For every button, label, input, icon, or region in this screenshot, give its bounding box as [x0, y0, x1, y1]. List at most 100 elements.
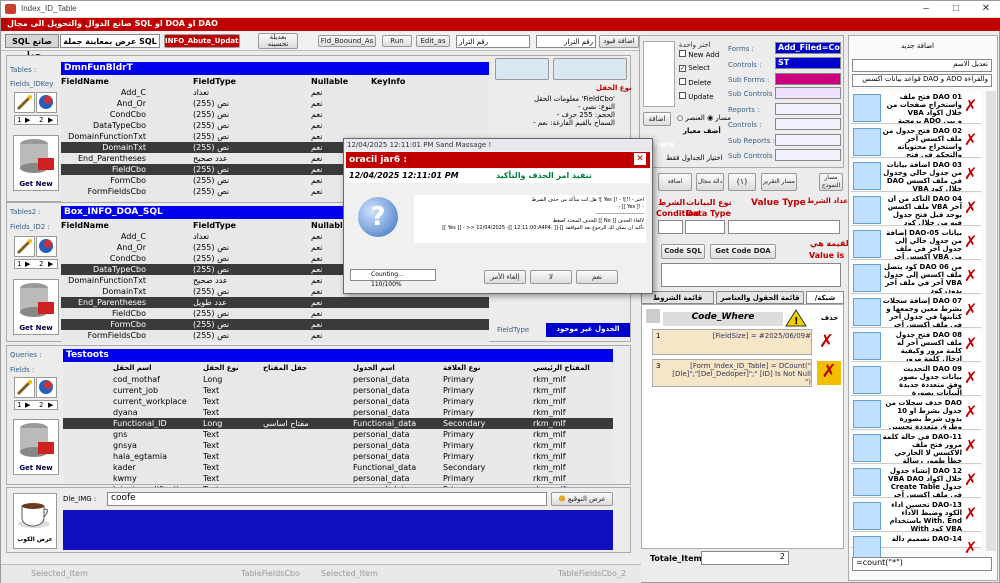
- edit-as-button[interactable]: Edit_as: [416, 35, 450, 47]
- get-code-doa-button[interactable]: Get Code DOA: [710, 244, 776, 259]
- delete-item-icon[interactable]: ✗: [964, 300, 977, 319]
- link-sql-button[interactable]: [553, 58, 627, 80]
- reports-select[interactable]: [775, 103, 841, 115]
- table-row[interactable]: Add_C تعداد نعم: [61, 87, 489, 98]
- add-improve-button[interactable]: بعديلة تحسينه: [258, 33, 298, 49]
- pager-3[interactable]: 1 ▶ 2 ▶: [14, 400, 58, 410]
- table-row[interactable]: Functional_ID Long مفتاح اساسي Functional_d…: [63, 418, 613, 429]
- rule-input[interactable]: قواعد بيانات اكسس DAO و ADO والقراءة: [852, 74, 992, 87]
- table-row[interactable]: dyana Text personal_data Primary rkm_mlf: [63, 407, 613, 418]
- delete-item-icon[interactable]: ✗: [964, 232, 977, 251]
- subforms-select[interactable]: [775, 73, 841, 85]
- delete-row-1-icon[interactable]: ✗: [819, 331, 834, 352]
- list-item[interactable]: تحسين اداء DAO-13 الكود وضبط الأداء باست…: [851, 500, 981, 532]
- delete-item-icon[interactable]: ✗: [964, 96, 977, 115]
- add-option-button[interactable]: اضافة: [643, 112, 671, 126]
- dialog-cancel-button[interactable]: إلغاء الأمر: [484, 270, 526, 284]
- subcontrols-select[interactable]: [775, 87, 841, 99]
- delete-item-icon[interactable]: ✗: [964, 538, 977, 557]
- get-new-button-3[interactable]: Get New: [13, 419, 59, 475]
- field-bound-button[interactable]: Fld_Boound_As: [318, 35, 376, 47]
- globe-icon[interactable]: [36, 92, 57, 113]
- list-item[interactable]: تصميم دالة DAO-14 ✗: [851, 534, 981, 564]
- list-item[interactable]: فتح ملف DAO 01 واستخراج صفحات من VBA خلا…: [851, 92, 981, 124]
- table-row[interactable]: gnsya Text personal_data Primary rkm_mlf: [63, 440, 613, 451]
- table-row[interactable]: current_job Text personal_data Primary rkm_m…: [63, 385, 613, 396]
- table-row[interactable]: And_Or نص (255) نعم: [61, 98, 489, 109]
- rename-input[interactable]: تعديل الاسم: [852, 59, 992, 72]
- value-type-select[interactable]: [728, 220, 840, 234]
- signature-canvas[interactable]: [63, 510, 613, 550]
- delete-item-icon[interactable]: ✗: [964, 334, 977, 353]
- where-row-1[interactable]: 1 [FieldSize] = #2025/06/09#: [652, 329, 812, 355]
- delete-item-icon[interactable]: ✗: [964, 130, 977, 149]
- table-row[interactable]: cod_mothaf Long personal_data Primary rkm_ml…: [63, 374, 613, 385]
- dialog-yes-button[interactable]: نعم: [576, 270, 618, 284]
- list-item[interactable]: التحديث DAO 09 بيانات جدول بصور وفق متعد…: [851, 364, 981, 396]
- close-icon[interactable]: ✕: [971, 1, 1000, 18]
- list-item[interactable]: إضافة سجلات DAO 07 بشرط معين وجمعها و كت…: [851, 296, 981, 328]
- option-list-b[interactable]: اختر واحدة New Add ✓ Select Delete Updat…: [679, 41, 721, 107]
- form-path-button[interactable]: مسار النموذج: [819, 173, 843, 191]
- table-row[interactable]: DataTypeCbo نص (255) نعم: [61, 120, 489, 131]
- controls-select[interactable]: ST: [775, 57, 841, 69]
- delete-item-icon[interactable]: ✗: [964, 266, 977, 285]
- list-item[interactable]: حذف سجلات من DAO 10 جدول بشرط او بدون شر…: [851, 398, 981, 430]
- table-row[interactable]: gns Text personal_data Primary rkm_mlf: [63, 429, 613, 440]
- info-abute-update-button[interactable]: INFO_Abute_Update: [164, 34, 240, 48]
- dialog-close-icon[interactable]: ✕: [634, 153, 646, 165]
- list-item[interactable]: فتح جدول من DAO 02 ملف اكسس آخر واستخراج…: [851, 126, 981, 158]
- delete-option[interactable]: Delete: [679, 78, 721, 92]
- add-records-button[interactable]: اضافة قيود: [599, 35, 639, 48]
- paren-button[interactable]: (١): [728, 173, 756, 191]
- list-item[interactable]: إضافة DAO-05 بيانات من جدول حالي إلى جدو…: [851, 228, 981, 260]
- value-input[interactable]: [661, 263, 841, 287]
- delete-item-icon[interactable]: ✗: [964, 436, 977, 455]
- report-controls-select[interactable]: [775, 118, 841, 130]
- data-type-select[interactable]: [685, 220, 725, 234]
- condition-select[interactable]: [658, 220, 683, 234]
- table-row[interactable]: FieldCbo نص (255) نعم: [61, 308, 489, 319]
- link-table-button[interactable]: [495, 58, 549, 80]
- search-count-input[interactable]: =count("*"): [852, 557, 992, 571]
- code-sql-button[interactable]: Code SQL: [661, 244, 705, 259]
- table-row[interactable]: End_Parentheses عدد طويل نعم: [61, 297, 489, 308]
- delete-item-icon[interactable]: ✗: [964, 504, 977, 523]
- delete-item-icon[interactable]: ✗: [964, 368, 977, 387]
- delete-row-2-icon[interactable]: ✗: [817, 361, 841, 385]
- wand-icon[interactable]: [14, 92, 35, 113]
- delete-item-icon[interactable]: ✗: [964, 198, 977, 217]
- table-row[interactable]: kwmy Text personal_data Primary rkm_mlf: [63, 473, 613, 484]
- domain-function-button[interactable]: دالة مجال: [696, 173, 724, 191]
- maximize-icon[interactable]: □: [941, 1, 971, 18]
- table-row[interactable]: FormFieldsCbo نص (255) نعم: [61, 330, 489, 341]
- delete-item-icon[interactable]: ✗: [964, 470, 977, 489]
- pager-2[interactable]: 1 ▶ 2 ▶: [14, 259, 58, 269]
- tab-fields-list[interactable]: قائمة الحقول والعناصر: [716, 291, 804, 304]
- cup-button[interactable]: عرض الكوب: [13, 493, 57, 549]
- wand-icon-3[interactable]: [14, 377, 35, 398]
- table-row[interactable]: kader Text Functional_data Secondary rkm_mlf: [63, 462, 613, 473]
- list-item[interactable]: كود يتصل DAO 06 من ملف اكسس إلى جدول آخر…: [851, 262, 981, 294]
- tab-sql-builder[interactable]: SQL صانع جمل: [5, 34, 59, 59]
- delete-item-icon[interactable]: ✗: [964, 402, 977, 421]
- report-subcontrols-select[interactable]: [775, 149, 841, 161]
- new-add-option[interactable]: New Add: [679, 50, 721, 64]
- queries-grid[interactable]: اسم الحقل نوع الحقل حقل المفتاح اسم الجدول ن…: [63, 363, 613, 494]
- table-row[interactable]: hala_egtamia Text personal_data Primary rkm_…: [63, 451, 613, 462]
- dle-img-input[interactable]: coofe: [107, 492, 547, 506]
- list-item[interactable]: في حالة كلمة DAO-11 مرور فتح ملف الاكسس …: [851, 432, 981, 464]
- forms-select[interactable]: Add_Filed=Co: [775, 42, 841, 54]
- tab-network[interactable]: شبكة/محلية: [806, 291, 844, 315]
- radio-path[interactable]: ○ مسار ◉ العنصر: [677, 114, 731, 122]
- right-list-scrollbar[interactable]: [986, 91, 996, 551]
- report-path-button[interactable]: مسار التقرير: [761, 173, 797, 191]
- table-row[interactable]: current_workplace Text personal_data Primar…: [63, 396, 613, 407]
- select-option[interactable]: ✓ Select: [679, 64, 721, 78]
- totale-input[interactable]: 2: [701, 551, 789, 565]
- update-option[interactable]: Update: [679, 92, 721, 106]
- get-new-button-1[interactable]: Get New: [13, 135, 59, 191]
- list-item[interactable]: اضافة بيانات DAO 03 من جدول حالي وجدول D…: [851, 160, 981, 192]
- subreports-select[interactable]: [775, 134, 841, 146]
- wand-icon-2[interactable]: [14, 236, 35, 257]
